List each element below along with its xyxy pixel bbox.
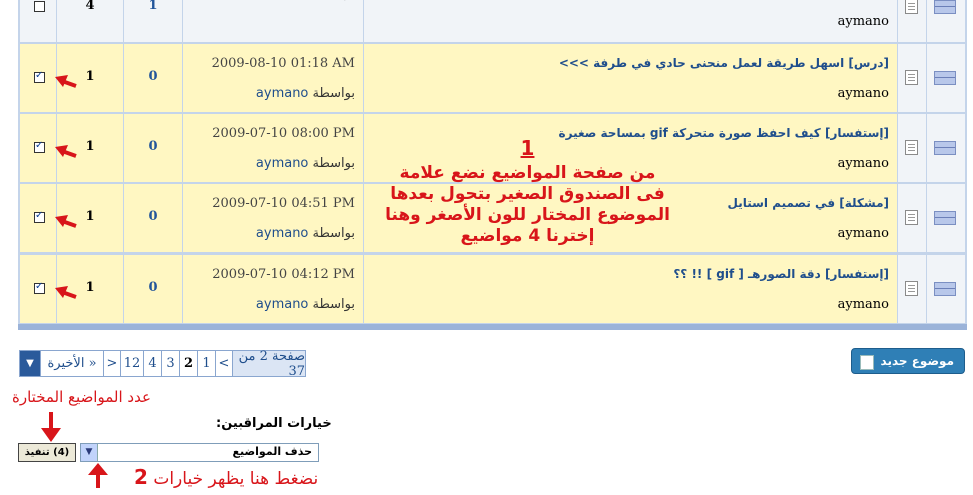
press-note-text: نضغط هنا يظهر خيارات bbox=[153, 469, 319, 489]
pager-label: صفحة 2 من 37 bbox=[232, 349, 306, 379]
execute-button[interactable]: (4) تنفيذ bbox=[18, 443, 76, 462]
moderator-action-value: حذف المواضيع bbox=[232, 445, 312, 458]
new-topic-icon bbox=[860, 355, 874, 370]
press-note-number: 2 bbox=[134, 465, 148, 489]
red-arrows bbox=[55, 75, 77, 299]
pagination: صفحة 2 من 37 < 1 2 3 4 12 > الأخيرة » ▼ bbox=[19, 349, 306, 379]
down-arrow-icon bbox=[41, 412, 61, 442]
press-here-annotation: نضغط هنا يظهر خيارات 2 bbox=[134, 465, 318, 489]
annotation-step-1: 1 من صفحة المواضيع نضع علامة فى الصندوق … bbox=[355, 138, 700, 247]
annotation-line: الموضوع المختار للون الأصغر وهنا bbox=[385, 205, 670, 225]
annotation-line: إخترنا 4 مواضيع bbox=[460, 226, 595, 246]
up-arrow-icon bbox=[88, 463, 108, 488]
chevron-down-icon[interactable]: ▼ bbox=[81, 444, 98, 461]
pager-dropdown-icon[interactable]: ▼ bbox=[19, 350, 41, 377]
annotation-line: فى الصندوق الصغير بتحول بعدها bbox=[390, 184, 665, 204]
pager-page-2: 2 bbox=[179, 350, 198, 377]
annotation-number: 1 bbox=[520, 136, 535, 160]
pager-page-3[interactable]: 3 bbox=[161, 350, 180, 377]
selected-count-annotation: عدد المواضيع المختارة bbox=[12, 388, 151, 406]
pager-last[interactable]: الأخيرة » bbox=[40, 350, 104, 377]
pager-page-12[interactable]: 12 bbox=[120, 350, 144, 377]
pager-page-4[interactable]: 4 bbox=[143, 350, 162, 377]
new-topic-label: موضوع جديد bbox=[880, 354, 954, 368]
red-arrow-icon bbox=[55, 145, 77, 158]
new-topic-button[interactable]: موضوع جديد bbox=[851, 348, 965, 374]
pager-next[interactable]: > bbox=[103, 350, 121, 377]
red-arrow-icon bbox=[55, 215, 77, 228]
pager-page-1[interactable]: 1 bbox=[197, 350, 216, 377]
moderator-options-label: خيارات المراقبين: bbox=[216, 416, 332, 431]
annotation-line: من صفحة المواضيع نضع علامة bbox=[399, 163, 656, 183]
red-arrow-icon bbox=[55, 75, 77, 88]
moderator-action-select[interactable]: ▼ حذف المواضيع bbox=[80, 443, 319, 462]
red-arrow-icon bbox=[55, 286, 77, 299]
pager-prev[interactable]: < bbox=[215, 350, 233, 377]
